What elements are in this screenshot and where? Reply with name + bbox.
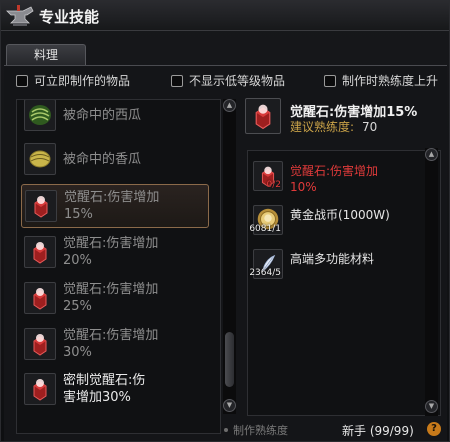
dot-icon [224, 428, 228, 432]
scroll-up-button[interactable]: ▲ [425, 148, 438, 161]
scroll-down-button[interactable]: ▼ [425, 400, 438, 413]
scroll-up-button[interactable]: ▲ [223, 99, 236, 112]
recipe-name: 觉醒石:伤害增加 20% [63, 235, 209, 269]
awakening-stone-icon [24, 282, 56, 314]
main-panel: 可立即制作的物品 不显示低等级物品 制作时熟练度上升 被命中的西瓜 被命中的香瓜… [4, 65, 447, 441]
material-list-scrollbar[interactable]: ▲ ▼ [425, 148, 438, 416]
melon-icon [24, 143, 56, 175]
awakening-stone-icon [24, 373, 56, 405]
filter-bar: 可立即制作的物品 不显示低等级物品 制作时熟练度上升 [4, 66, 447, 94]
tab-cooking[interactable]: 料理 [6, 44, 86, 65]
material-name-line1: 高端多功能材料 [290, 252, 375, 266]
filter-craftable[interactable]: 可立即制作的物品 [16, 73, 130, 89]
material-name: 黄金战币(1000W) [290, 207, 425, 223]
recipe-row-awakening-30[interactable]: 觉醒石:伤害增加 30% [21, 323, 209, 367]
suggested-proficiency: 建议熟练度: 70 [290, 118, 377, 135]
recipe-name: 密制觉醒石:伤 害增加30% [63, 372, 209, 406]
recipe-list-scrollbar[interactable]: ▲ ▼ [223, 99, 236, 414]
crafting-proficiency-value: 新手 (99/99) [342, 424, 414, 438]
suggested-proficiency-value: 70 [362, 120, 378, 134]
filter-proficiency-up[interactable]: 制作时熟练度上升 [324, 73, 438, 89]
recipe-name: 被命中的香瓜 [63, 152, 142, 167]
hide-low-level-checkbox[interactable] [171, 75, 183, 87]
material-row[interactable]: 0/2 觉醒石:伤害增加 10% [253, 157, 423, 201]
recipe-name: 被命中的西瓜 [63, 108, 142, 123]
profession-skill-window: 专业技能 料理 可立即制作的物品 不显示低等级物品 制作时熟练度上升 被命中的西… [0, 0, 450, 442]
awakening-stone-icon [245, 98, 281, 134]
recipe-name-line2: 20% [63, 253, 92, 268]
suggested-proficiency-label: 建议熟练度: [290, 120, 355, 134]
recipe-name: 觉醒石:伤害增加 15% [64, 189, 210, 223]
watermelon-icon [24, 100, 56, 131]
awakening-stone-icon: 0/2 [253, 161, 283, 191]
recipe-name-line2: 25% [63, 299, 92, 314]
gold-coin-icon: 6081/1 [249, 205, 283, 235]
recipe-detail-header: 觉醒石:伤害增加15% 建议熟练度: 70 [245, 98, 441, 140]
material-name-line1: 觉醒石:伤害增加 [290, 164, 379, 178]
recipe-name-line1: 觉醒石:伤害增加 [64, 190, 160, 205]
proficiency-up-checkbox[interactable] [324, 75, 336, 87]
recipe-name-line1: 觉醒石:伤害增加 [63, 328, 159, 343]
recipe-list: 被命中的西瓜 被命中的香瓜 觉醒石:伤害增加 15% 觉醒石:伤害增加 20% … [16, 99, 221, 434]
recipe-row-awakening-15[interactable]: 觉醒石:伤害增加 15% [21, 184, 209, 228]
recipe-name-line2: 害增加30% [63, 390, 131, 405]
material-name: 觉醒石:伤害增加 10% [290, 163, 425, 195]
filter-craftable-label: 可立即制作的物品 [34, 74, 131, 88]
recipe-row-melon[interactable]: 被命中的香瓜 [21, 138, 209, 182]
filter-hide-low-level-label: 不显示低等级物品 [189, 74, 286, 88]
recipe-row-watermelon[interactable]: 被命中的西瓜 [21, 100, 209, 138]
material-name: 高端多功能材料 [290, 251, 425, 267]
title-bar[interactable]: 专业技能 [1, 1, 449, 31]
recipe-row-secret-awakening-30[interactable]: 密制觉醒石:伤 害增加30% [21, 368, 209, 412]
material-list: 0/2 觉醒石:伤害增加 10% 6081/1 黄金战币(1000W) 2364… [247, 150, 441, 416]
recipe-row-awakening-20[interactable]: 觉醒石:伤害增加 20% [21, 231, 209, 275]
recipe-name: 觉醒石:伤害增加 25% [63, 281, 209, 315]
material-row[interactable]: 6081/1 黄金战币(1000W) [249, 201, 425, 245]
recipe-name-line2: 15% [64, 207, 93, 222]
help-icon[interactable]: ? [427, 422, 441, 436]
recipe-name-line1: 觉醒石:伤害增加 [63, 282, 159, 297]
awakening-stone-icon [25, 190, 57, 222]
craftable-checkbox[interactable] [16, 75, 28, 87]
material-count: 6081/1 [249, 224, 281, 234]
recipe-name-line1: 密制觉醒石:伤 [63, 373, 146, 388]
scroll-thumb[interactable] [225, 332, 234, 387]
crafting-proficiency-text: 制作熟练度 [233, 424, 288, 437]
filter-proficiency-up-label: 制作时熟练度上升 [342, 74, 439, 88]
window-title: 专业技能 [39, 8, 100, 26]
proficiency-footer: 制作熟练度 新手 (99/99) ? [224, 418, 449, 442]
scroll-down-button[interactable]: ▼ [223, 399, 236, 412]
awakening-stone-icon [24, 236, 56, 268]
recipe-name: 觉醒石:伤害增加 30% [63, 327, 209, 361]
recipe-name-line2: 30% [63, 345, 92, 360]
recipe-row-awakening-25[interactable]: 觉醒石:伤害增加 25% [21, 277, 209, 321]
material-count: 2364/5 [249, 268, 281, 278]
crafting-proficiency-label: 制作熟练度 [224, 422, 288, 438]
material-count: 0/2 [266, 180, 281, 190]
material-name-line1: 黄金战币(1000W) [290, 208, 390, 222]
anvil-icon [5, 3, 35, 29]
filter-hide-low-level[interactable]: 不显示低等级物品 [171, 73, 285, 89]
feather-material-icon: 2364/5 [249, 249, 283, 279]
recipe-name-line1: 觉醒石:伤害增加 [63, 236, 159, 251]
material-row[interactable]: 2364/5 高端多功能材料 [249, 245, 425, 289]
awakening-stone-icon [24, 328, 56, 360]
material-name-line2: 10% [290, 180, 317, 194]
